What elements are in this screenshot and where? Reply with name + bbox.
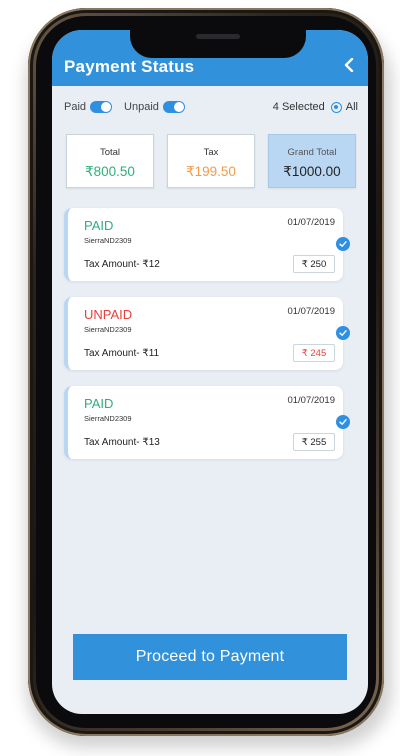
payment-status: PAID [84, 396, 114, 411]
payment-amount: ₹ 245 [293, 344, 335, 362]
payment-status: PAID [84, 218, 114, 233]
payment-tax-amount: Tax Amount- ₹12 [84, 259, 160, 270]
tax-label: Tax [203, 147, 219, 158]
total-label: Total [99, 147, 121, 158]
total-value: ₹800.50 [85, 164, 135, 179]
payment-code: SierraND2309 [84, 325, 132, 334]
selected-count: 4 Selected [272, 101, 325, 113]
paid-filter: Paid [64, 101, 113, 113]
tax-value: ₹199.50 [186, 164, 236, 179]
payment-date: 01/07/2019 [287, 217, 335, 228]
payment-amount: ₹ 255 [293, 433, 335, 451]
filter-bar: Paid Unpaid 4 Selected All [64, 98, 358, 116]
check-circle-icon[interactable] [336, 326, 350, 340]
tax-box: Tax ₹199.50 [167, 134, 255, 188]
phone-notch [130, 20, 306, 58]
payment-card[interactable]: UNPAID SierraND2309 01/07/2019 Tax Amoun… [64, 297, 350, 370]
unpaid-filter-label: Unpaid [124, 101, 159, 113]
phone-speaker [196, 34, 240, 39]
total-box: Total ₹800.50 [66, 134, 154, 188]
unpaid-filter: Unpaid [124, 101, 185, 113]
summary-row: Total ₹800.50 Tax ₹199.50 Grand Total ₹1… [66, 134, 356, 188]
page-title: Payment Status [64, 57, 195, 76]
payment-date: 01/07/2019 [287, 306, 335, 317]
grand-total-box: Grand Total ₹1000.00 [268, 134, 356, 188]
payment-status: UNPAID [84, 307, 133, 322]
check-circle-icon[interactable] [336, 415, 350, 429]
proceed-to-payment-button[interactable]: Proceed to Payment [73, 634, 347, 680]
payment-amount: ₹ 250 [293, 255, 335, 273]
payment-date: 01/07/2019 [287, 395, 335, 406]
select-all-label[interactable]: All [346, 101, 358, 113]
chevron-left-icon[interactable] [340, 56, 358, 74]
grand-total-value: ₹1000.00 [283, 164, 341, 179]
payment-tax-amount: Tax Amount- ₹11 [84, 348, 160, 359]
payment-tax-amount: Tax Amount- ₹13 [84, 437, 160, 448]
payment-card[interactable]: PAID SierraND2309 01/07/2019 Tax Amount-… [64, 208, 350, 281]
unpaid-toggle[interactable] [162, 101, 185, 113]
grand-total-label: Grand Total [287, 147, 337, 158]
payment-code: SierraND2309 [84, 414, 132, 423]
app-screen: Payment Status Paid Unpaid 4 Selected Al… [52, 30, 368, 714]
selection-info: 4 Selected All [273, 101, 358, 113]
payment-code: SierraND2309 [84, 236, 132, 245]
paid-toggle[interactable] [90, 101, 113, 113]
payment-card[interactable]: PAID SierraND2309 01/07/2019 Tax Amount-… [64, 386, 350, 459]
check-circle-icon[interactable] [336, 237, 350, 251]
paid-filter-label: Paid [64, 101, 87, 113]
select-all-radio[interactable] [330, 101, 342, 113]
